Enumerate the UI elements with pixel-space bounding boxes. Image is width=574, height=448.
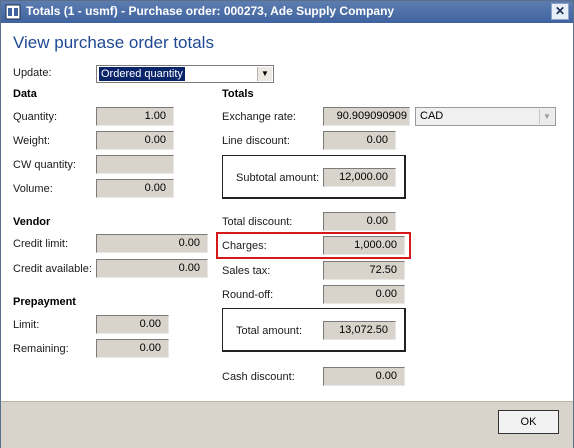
chevron-down-icon[interactable]: ▼: [257, 67, 272, 81]
total-discount-label: Total discount:: [222, 216, 293, 228]
chevron-down-icon: ▼: [539, 109, 554, 124]
update-select-value: Ordered quantity: [99, 67, 185, 81]
round-off-label: Round-off:: [222, 289, 274, 301]
remaining-label: Remaining:: [13, 343, 69, 355]
round-off-field: 0.00: [323, 285, 405, 304]
dialog-footer: [1, 401, 573, 448]
quantity-field: 1.00: [96, 107, 174, 126]
credit-available-label: Credit available:: [13, 263, 92, 275]
line-discount-label: Line discount:: [222, 135, 290, 147]
limit-field: 0.00: [96, 315, 169, 334]
total-amount-label: Total amount:: [236, 325, 303, 337]
currency-value: CAD: [420, 110, 444, 122]
close-button[interactable]: ✕: [551, 3, 569, 20]
subtotal-label: Subtotal amount:: [236, 172, 320, 184]
ok-button[interactable]: OK: [498, 410, 559, 434]
cash-discount-label: Cash discount:: [222, 371, 295, 383]
sales-tax-label: Sales tax:: [222, 265, 271, 277]
currency-select: CAD ▼: [415, 107, 556, 126]
exchange-rate-field: 90.909090909: [323, 107, 410, 126]
weight-label: Weight:: [13, 135, 51, 147]
total-amount-field: 13,072.50: [323, 321, 396, 340]
app-icon: [5, 4, 21, 20]
line-discount-field: 0.00: [323, 131, 396, 150]
weight-field: 0.00: [96, 131, 174, 150]
update-label: Update:: [13, 67, 52, 79]
window-title: Totals (1 - usmf) - Purchase order: 0002…: [26, 4, 395, 18]
update-select[interactable]: Ordered quantity ▼: [96, 65, 274, 83]
limit-label: Limit:: [13, 319, 40, 331]
prepayment-section-title: Prepayment: [13, 296, 76, 308]
data-section-title: Data: [13, 88, 37, 100]
cash-discount-field: 0.00: [323, 367, 405, 386]
credit-available-field: 0.00: [96, 259, 208, 278]
credit-limit-label: Credit limit:: [13, 238, 69, 250]
title-bar[interactable]: Totals (1 - usmf) - Purchase order: 0002…: [1, 1, 573, 23]
subtotal-field: 12,000.00: [323, 168, 396, 187]
page-title: View purchase order totals: [13, 33, 214, 52]
total-discount-field: 0.00: [323, 212, 396, 231]
credit-limit-field: 0.00: [96, 234, 208, 253]
cw-quantity-field: [96, 155, 174, 174]
cw-quantity-label: CW quantity:: [13, 159, 76, 171]
charges-highlight-box: [216, 232, 411, 259]
totals-section-title: Totals: [222, 88, 254, 100]
vendor-section-title: Vendor: [13, 216, 51, 228]
quantity-label: Quantity:: [13, 111, 58, 123]
volume-field: 0.00: [96, 179, 174, 198]
exchange-rate-label: Exchange rate:: [222, 111, 296, 123]
remaining-field: 0.00: [96, 339, 169, 358]
volume-label: Volume:: [13, 183, 53, 195]
sales-tax-field: 72.50: [323, 261, 405, 280]
totals-dialog: Totals (1 - usmf) - Purchase order: 0002…: [0, 0, 574, 448]
